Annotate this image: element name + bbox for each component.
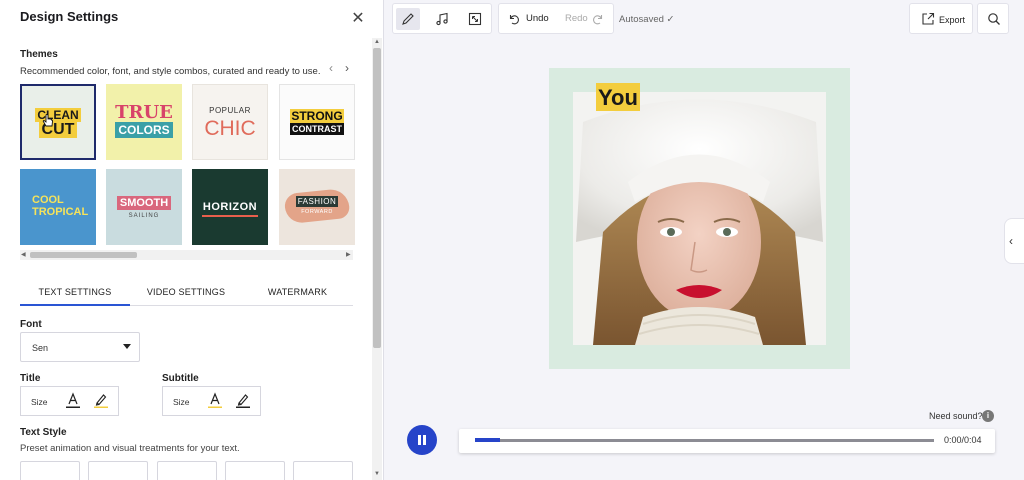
scrollbar-thumb[interactable] — [30, 252, 137, 258]
panel-title: Design Settings — [20, 9, 119, 24]
tab-watermark[interactable]: WATERMARK — [242, 287, 353, 297]
themes-horizontal-scrollbar[interactable]: ◀ ▶ — [20, 250, 353, 260]
text-style-preset[interactable] — [225, 461, 285, 480]
search-icon — [988, 13, 1000, 25]
font-select[interactable]: Sen — [20, 332, 140, 362]
subtitle-style-controls: Size — [162, 386, 261, 416]
text-style-preset[interactable] — [88, 461, 148, 480]
settings-tabs: TEXT SETTINGS VIDEO SETTINGS WATERMARK — [20, 282, 353, 306]
export-icon — [922, 12, 935, 25]
theme-accent-bar — [202, 215, 258, 217]
theme-smooth-sailing[interactable]: SMOOTH SAILING — [106, 169, 182, 245]
theme-horizon[interactable]: HORIZON — [192, 169, 268, 245]
subtitle-size-button[interactable]: Size — [173, 397, 190, 407]
pause-icon — [418, 435, 421, 445]
theme-popular-chic[interactable]: POPULAR CHIC — [192, 84, 268, 160]
tab-video-settings[interactable]: VIDEO SETTINGS — [130, 287, 242, 297]
preview-photo — [573, 92, 826, 345]
text-style-preset[interactable] — [157, 461, 217, 480]
undo-label: Undo — [526, 13, 549, 24]
scroll-left-arrow-icon[interactable]: ◀ — [21, 251, 26, 258]
caret-down-icon — [123, 344, 131, 349]
scroll-up-arrow-icon[interactable]: ▲ — [373, 38, 381, 46]
theme-line-2: CHIC — [204, 117, 256, 140]
theme-line-1: COOL — [32, 194, 64, 206]
autosaved-status: Autosaved ✓ — [619, 14, 675, 25]
pause-icon — [423, 435, 426, 445]
title-style-label: Title — [20, 373, 41, 384]
preview-overlay-text[interactable]: You — [596, 83, 640, 111]
info-icon[interactable]: i — [982, 410, 994, 422]
progress-fill — [475, 438, 501, 442]
close-icon[interactable]: ✕ — [350, 11, 366, 27]
playback-timeline: 0:00/0:04 — [459, 429, 995, 453]
font-select-value: Sen — [32, 343, 49, 353]
pen-tool-button[interactable] — [396, 8, 420, 30]
export-button[interactable]: Export — [909, 3, 973, 34]
resize-tool-button[interactable] — [463, 8, 487, 30]
theme-fashion-forward[interactable]: FASHION FORWARD — [279, 169, 355, 245]
chevron-left-icon[interactable]: ‹ — [325, 62, 337, 74]
themes-heading: Themes — [20, 49, 58, 60]
cursor-hand-icon — [42, 114, 53, 127]
redo-label: Redo — [565, 13, 588, 24]
chevron-left-icon: ‹ — [1009, 234, 1013, 248]
music-note-icon — [436, 12, 448, 26]
theme-line-2: SAILING — [128, 213, 160, 219]
undo-icon — [509, 15, 519, 25]
pause-button[interactable] — [407, 425, 437, 455]
title-style-controls: Size — [20, 386, 119, 416]
video-preview[interactable] — [549, 68, 850, 369]
tab-text-settings[interactable]: TEXT SETTINGS — [20, 287, 130, 297]
theme-clean-cut[interactable]: CLEAN CUT — [20, 84, 96, 160]
resize-icon — [468, 12, 482, 26]
highlight-color-icon[interactable] — [235, 392, 251, 410]
title-size-button[interactable]: Size — [31, 397, 48, 407]
scroll-down-arrow-icon[interactable]: ▼ — [373, 470, 381, 478]
text-color-icon[interactable] — [207, 392, 223, 410]
export-label: Export — [939, 15, 966, 25]
active-tab-indicator — [20, 304, 130, 306]
font-label: Font — [20, 319, 42, 330]
undo-redo-group: Undo Redo — [498, 3, 614, 34]
highlight-color-icon[interactable] — [93, 392, 109, 410]
panel-vertical-scrollbar[interactable]: ▲ ▼ — [372, 38, 382, 480]
redo-icon — [593, 15, 603, 25]
side-panel-toggle[interactable]: ‹ — [1004, 218, 1024, 264]
music-tool-button[interactable] — [430, 8, 454, 30]
text-style-preset[interactable] — [293, 461, 353, 480]
theme-line-1: FASHION — [295, 196, 339, 207]
theme-line-1: POPULAR — [209, 106, 251, 115]
theme-line-1: SMOOTH — [116, 196, 172, 210]
theme-line-1: STRONG — [290, 109, 344, 123]
scrollbar-thumb[interactable] — [373, 48, 381, 348]
text-style-description: Preset animation and visual treatments f… — [20, 443, 240, 454]
chevron-right-icon[interactable]: › — [341, 62, 353, 74]
need-sound-label[interactable]: Need sound? — [929, 411, 983, 421]
search-button[interactable] — [977, 3, 1009, 34]
tool-group — [392, 3, 492, 34]
theme-line-2: FORWARD — [301, 209, 333, 215]
theme-line-2: COLORS — [115, 122, 173, 138]
design-settings-panel: Design Settings ✕ Themes Recommended col… — [0, 0, 384, 480]
themes-description: Recommended color, font, and style combo… — [20, 66, 321, 77]
progress-track[interactable] — [475, 438, 934, 442]
theme-strong-contrast[interactable]: STRONG CONTRAST — [279, 84, 355, 160]
theme-line-2: CONTRAST — [290, 123, 344, 135]
theme-line-2: TROPICAL — [32, 206, 89, 218]
time-readout: 0:00/0:04 — [944, 435, 982, 445]
text-style-label: Text Style — [20, 427, 67, 438]
theme-cool-tropical[interactable]: COOL TROPICAL — [20, 169, 96, 245]
theme-line-1: HORIZON — [202, 201, 258, 213]
scroll-right-arrow-icon[interactable]: ▶ — [346, 251, 351, 258]
text-style-preset[interactable] — [20, 461, 80, 480]
pen-icon — [402, 13, 414, 25]
theme-true-colors[interactable]: TRUE COLORS — [106, 84, 182, 160]
text-color-icon[interactable] — [65, 392, 81, 410]
subtitle-style-label: Subtitle — [162, 373, 199, 384]
theme-line-1: TRUE — [115, 102, 173, 123]
portrait-illustration — [573, 92, 826, 345]
